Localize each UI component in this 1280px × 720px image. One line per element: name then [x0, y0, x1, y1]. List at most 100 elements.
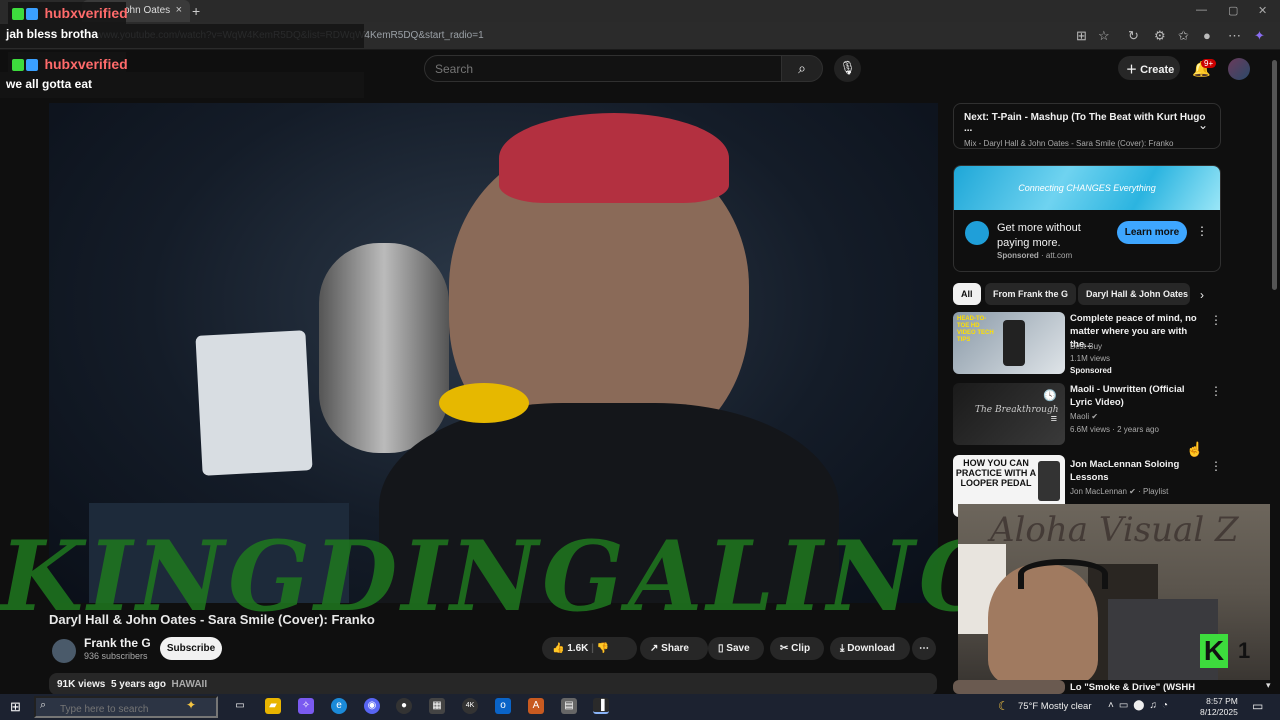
share-icon: ↗ — [650, 643, 659, 654]
channel-name[interactable]: Frank the G — [84, 636, 151, 650]
weather-text[interactable]: 75°F Mostly clear — [1018, 701, 1092, 712]
kick-logo-icon: K — [1200, 634, 1228, 668]
video-title: Daryl Hall & John Oates - Sara Smile (Co… — [49, 612, 375, 627]
download-icon: ⤓ — [840, 643, 845, 654]
headphones-icon — [1018, 559, 1108, 589]
file-explorer-icon[interactable]: ▰ — [265, 698, 281, 714]
chip-from-channel[interactable]: From Frank the G — [985, 283, 1077, 305]
rec-channel: Best Buy — [1070, 342, 1103, 351]
rec-menu-icon[interactable]: ⋮ — [1210, 313, 1222, 327]
chevron-right-icon[interactable]: › — [1200, 288, 1204, 302]
microphone-icon[interactable]: 🎙 — [834, 55, 861, 82]
notification-center-icon[interactable]: ▭ — [1252, 699, 1263, 713]
taskbar-clock[interactable]: 8:57 PM 8/12/2025 — [1200, 696, 1238, 718]
thumbs-down-icon[interactable]: 👎 — [597, 643, 609, 654]
tab-title: ohn Oates — [124, 5, 171, 16]
add-to-queue-icon[interactable]: ≡ — [1051, 413, 1057, 425]
thumbnail[interactable]: HEAD-TO-TOE HD VIDEO TECH TIPS — [953, 312, 1065, 374]
ad-card[interactable]: Connecting CHANGES Everything Get more w… — [953, 165, 1221, 272]
more-icon[interactable]: ⋯ — [1228, 28, 1241, 44]
edge-icon[interactable]: e — [331, 698, 347, 714]
scrollbar[interactable] — [1272, 60, 1277, 290]
microphone-shape — [319, 243, 449, 453]
scissors-icon: ✂ — [780, 643, 789, 654]
chat-line-2-message: we all gotta eat — [6, 77, 93, 91]
profile-icon[interactable]: ● — [1203, 28, 1211, 43]
4k-app-icon[interactable]: 4K — [462, 698, 478, 714]
up-next-title: Next: T-Pain - Mashup (To The Beat with … — [964, 112, 1206, 134]
app-a-icon[interactable]: A — [528, 698, 544, 714]
description-box[interactable]: 91K views 5 years ago HAWAII — [49, 673, 937, 695]
windows-start-icon[interactable]: ⊞ — [10, 699, 21, 715]
download-button[interactable]: ⤓ Download — [830, 637, 910, 660]
bookmark-icon: ▯ — [718, 643, 724, 654]
search-icon[interactable]: ⌕ — [781, 55, 823, 82]
ad-sponsored: Sponsored · att.com — [997, 251, 1073, 260]
ad-banner[interactable]: Connecting CHANGES Everything — [954, 166, 1220, 210]
extensions-icon[interactable]: ⚙ — [1154, 28, 1166, 44]
share-button[interactable]: ↗ Share — [640, 637, 708, 660]
favorite-star-icon[interactable]: ☆ — [1098, 28, 1110, 44]
search-highlight-icon[interactable]: ✦ — [186, 698, 196, 712]
thumbnail[interactable]: The Breakthrough 🕓 ≡ — [953, 383, 1065, 445]
verified-icon: ✔ — [1091, 412, 1099, 421]
kick-badge-icon — [12, 58, 24, 71]
yellow-light — [439, 383, 529, 423]
subscriber-count: 936 subscribers — [84, 651, 148, 661]
scroll-down-icon[interactable]: ▾ — [1266, 680, 1271, 691]
tab-close-icon[interactable]: × — [176, 4, 182, 16]
rec-menu-icon[interactable]: ⋮ — [1210, 384, 1222, 398]
learn-more-button[interactable]: Learn more — [1117, 221, 1187, 244]
search-input[interactable] — [424, 55, 782, 82]
wall-sign — [195, 330, 313, 476]
verified-badge-icon — [26, 7, 38, 20]
subscribe-button[interactable]: Subscribe — [160, 637, 222, 660]
active-app-icon[interactable]: ▐ — [593, 698, 609, 714]
system-tray-icons[interactable]: ˄▭⬤♫◔ — [1108, 700, 1173, 711]
rec-channel: Maoli ✔ — [1070, 412, 1099, 421]
save-button[interactable]: ▯ Save — [708, 637, 764, 660]
notification-badge: 9+ — [1201, 59, 1217, 68]
window-close-icon[interactable]: ✕ — [1258, 4, 1267, 17]
calculator-icon[interactable]: ▦ — [429, 698, 445, 714]
like-button[interactable]: 👍 1.6K | 👎 — [542, 637, 637, 660]
rec-title[interactable]: Maoli - Unwritten (Official Lyric Video) — [1070, 383, 1205, 409]
task-view-icon[interactable]: ▭ — [232, 698, 248, 714]
new-tab-button[interactable]: + — [192, 3, 206, 19]
copilot-icon[interactable]: ✦ — [1254, 28, 1265, 44]
outlook-icon[interactable]: o — [495, 698, 511, 714]
chevron-down-icon[interactable]: ⌄ — [1198, 118, 1208, 132]
channel-avatar[interactable] — [52, 639, 76, 663]
red-cap — [499, 113, 729, 203]
ad-menu-icon[interactable]: ⋮ — [1196, 224, 1208, 238]
cursor-icon: ☝ — [1186, 441, 1204, 457]
ad-title: Get more without paying more. — [997, 222, 1081, 249]
discord-icon[interactable]: ◉ — [364, 698, 380, 714]
clip-button[interactable]: ✂ Clip — [770, 637, 824, 660]
app-gray-icon[interactable]: ▤ — [561, 698, 577, 714]
obs-icon[interactable]: ● — [396, 698, 412, 714]
thumbnail[interactable] — [953, 680, 1065, 694]
avatar[interactable] — [1228, 58, 1250, 80]
chip-all[interactable]: All — [953, 283, 981, 305]
apps-icon[interactable]: ⊞ — [1076, 28, 1087, 44]
rec-channel: Jon MacLennan ✔ · Playlist — [1070, 487, 1169, 496]
maximize-icon[interactable]: ▢ — [1228, 4, 1238, 17]
up-next-panel[interactable]: Next: T-Pain - Mashup (To The Beat with … — [953, 103, 1221, 149]
att-logo-icon — [965, 221, 989, 245]
minimize-icon[interactable]: — — [1196, 4, 1207, 16]
chip-artist[interactable]: Daryl Hall & John Oates — [1078, 283, 1190, 305]
favorites-icon[interactable]: ✩ — [1178, 28, 1189, 44]
rec-title[interactable]: Jon MacLennan Soloing Lessons — [1070, 458, 1205, 484]
webcam-counter: 1 — [1238, 638, 1251, 663]
copilot-app-icon[interactable]: ✧ — [298, 698, 314, 714]
refresh-icon[interactable]: ↻ — [1128, 28, 1139, 44]
create-button[interactable]: ＋ Create — [1118, 56, 1180, 80]
more-actions-icon[interactable]: ⋯ — [912, 637, 936, 660]
rec-menu-icon[interactable]: ⋮ — [1210, 459, 1222, 473]
kick-badge-icon — [12, 7, 24, 20]
watch-later-icon[interactable]: 🕓 — [1043, 389, 1057, 402]
chat-line-1-message: jah bless brotha — [6, 27, 99, 41]
search-icon: ⌕ — [40, 699, 47, 711]
weather-icon: ☾ — [998, 699, 1009, 713]
